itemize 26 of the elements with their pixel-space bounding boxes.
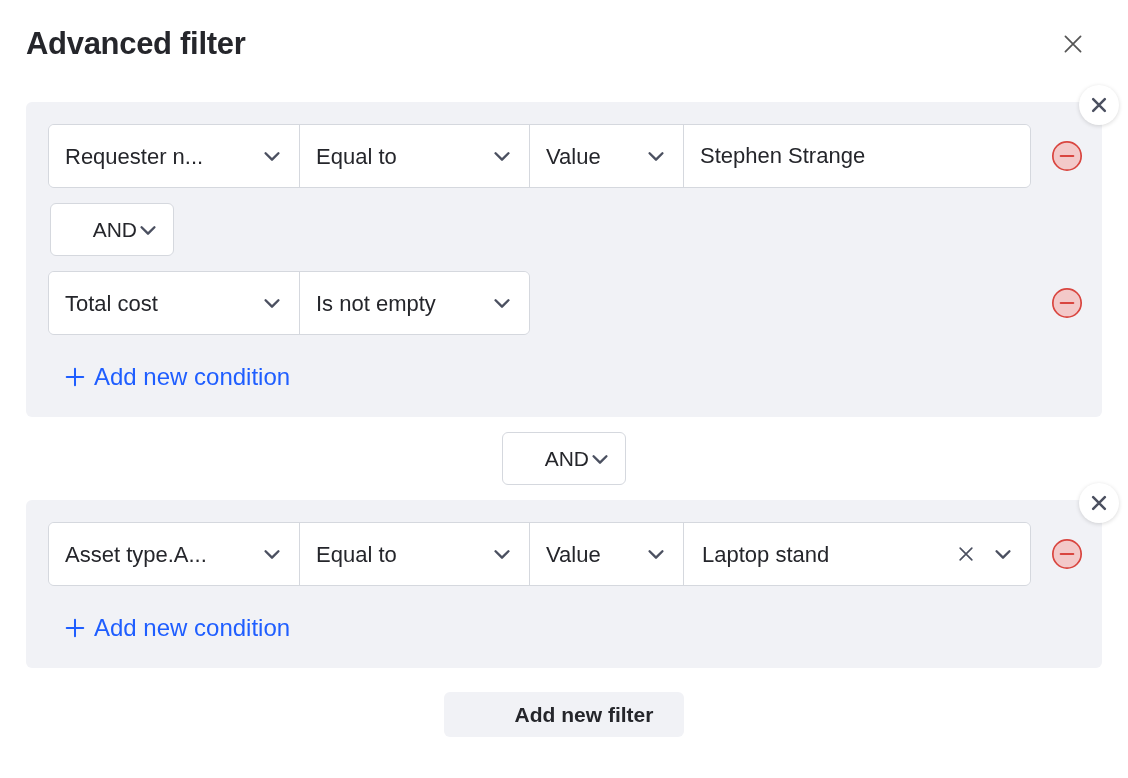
condition-join-dropdown[interactable]: AND [50, 203, 174, 256]
remove-icon [1050, 537, 1084, 571]
field-dropdown[interactable]: Requester n... [49, 125, 299, 187]
operator-dropdown[interactable]: Is not empty [299, 272, 529, 334]
remove-icon [1050, 139, 1084, 173]
value-select[interactable]: Laptop stand [683, 523, 1030, 585]
add-condition-link[interactable]: Add new condition [64, 610, 291, 646]
filter-join-dropdown[interactable]: AND [502, 432, 626, 485]
close-icon [1089, 493, 1109, 513]
remove-filter-button[interactable] [1079, 85, 1119, 125]
field-dropdown[interactable]: Total cost [49, 272, 299, 334]
remove-icon [1050, 286, 1084, 320]
operator-dropdown[interactable]: Equal to [299, 125, 529, 187]
add-filter-button[interactable]: Add new filter [444, 692, 684, 737]
field-dropdown[interactable]: Asset type.A... [49, 523, 299, 585]
operator-dropdown[interactable]: Equal to [299, 523, 529, 585]
plus-icon [64, 366, 86, 388]
remove-filter-button[interactable] [1079, 483, 1119, 523]
close-icon [956, 544, 976, 564]
add-condition-link[interactable]: Add new condition [64, 359, 291, 395]
value-type-dropdown[interactable]: Value [529, 523, 683, 585]
dialog-title: Advanced filter [26, 24, 246, 63]
plus-icon [64, 617, 86, 639]
close-icon [1089, 95, 1109, 115]
value-type-dropdown[interactable]: Value [529, 125, 683, 187]
value-input[interactable]: Stephen Strange [683, 125, 1030, 187]
